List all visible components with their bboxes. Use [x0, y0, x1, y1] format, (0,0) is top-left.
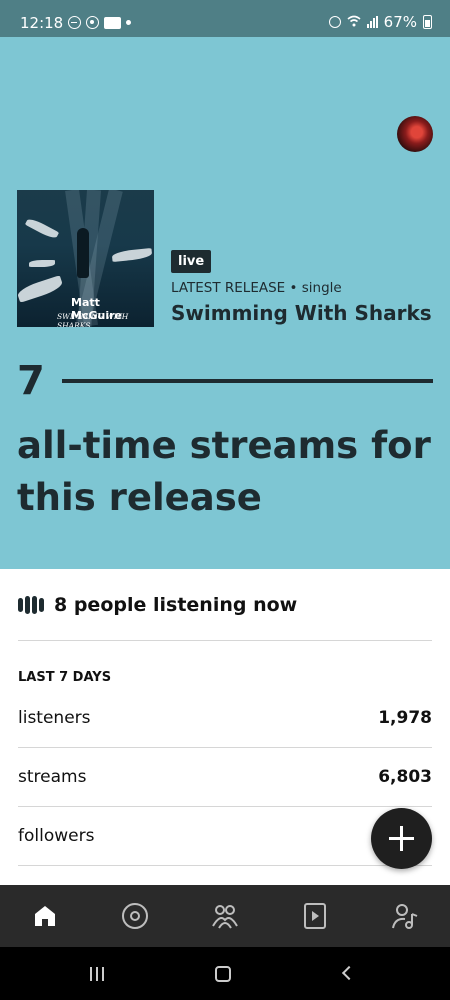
live-badge: live	[171, 250, 212, 273]
home-button[interactable]	[215, 966, 231, 982]
more-notifications-icon	[126, 20, 131, 25]
divider	[18, 806, 432, 807]
stat-value-streams: 6,803	[378, 767, 432, 787]
battery-icon	[423, 15, 432, 29]
status-icons-left	[68, 16, 131, 29]
add-button[interactable]	[371, 808, 432, 869]
nav-releases[interactable]	[270, 885, 360, 947]
avatar[interactable]	[397, 116, 433, 152]
streams-description: all-time streams for this release	[17, 424, 431, 519]
stat-label-streams: streams	[18, 767, 87, 787]
battery-percent: 67%	[383, 13, 417, 31]
nav-music[interactable]	[90, 885, 180, 947]
cover-title: SWIMMING WITH SHARKS	[57, 312, 129, 327]
status-icons-right: 67%	[328, 13, 432, 31]
stat-label-listeners: listeners	[18, 708, 91, 728]
wifi-icon	[347, 13, 361, 31]
target-icon	[86, 16, 99, 29]
release-cover-art[interactable]: Matt McGuire SWIMMING WITH SHARKS	[17, 190, 154, 327]
divider-line	[62, 379, 433, 383]
stream-count: 7	[17, 358, 45, 404]
status-bar: 12:18 67%	[0, 0, 450, 37]
divider	[18, 747, 432, 748]
do-not-disturb-icon	[68, 16, 81, 29]
listening-now-row[interactable]: 8 people listening now	[18, 594, 297, 616]
status-time: 12:18	[20, 14, 64, 32]
audience-icon	[212, 905, 238, 929]
stat-label-followers: followers	[18, 826, 95, 846]
release-title[interactable]: Swimming With Sharks	[171, 301, 432, 325]
notification-app-icon	[104, 16, 121, 29]
nav-home[interactable]	[0, 885, 90, 947]
alarm-icon	[328, 16, 341, 28]
nav-profile[interactable]	[360, 885, 450, 947]
nav-audience[interactable]	[180, 885, 270, 947]
release-label: LATEST RELEASE • single	[171, 280, 342, 296]
music-icon	[122, 903, 148, 929]
back-button[interactable]	[341, 965, 357, 981]
divider	[18, 865, 432, 866]
equalizer-icon	[18, 596, 44, 614]
stat-value-listeners: 1,978	[378, 708, 432, 728]
bottom-nav	[0, 885, 450, 947]
section-title-last-7-days: LAST 7 DAYS	[18, 670, 112, 685]
system-nav-bar	[0, 947, 450, 1000]
play-icon	[304, 903, 326, 929]
listening-now-text: 8 people listening now	[54, 594, 298, 616]
profile-icon	[392, 904, 418, 929]
home-icon	[35, 906, 55, 926]
signal-icon	[366, 16, 378, 28]
divider	[18, 640, 432, 641]
recent-apps-button[interactable]	[90, 967, 104, 981]
